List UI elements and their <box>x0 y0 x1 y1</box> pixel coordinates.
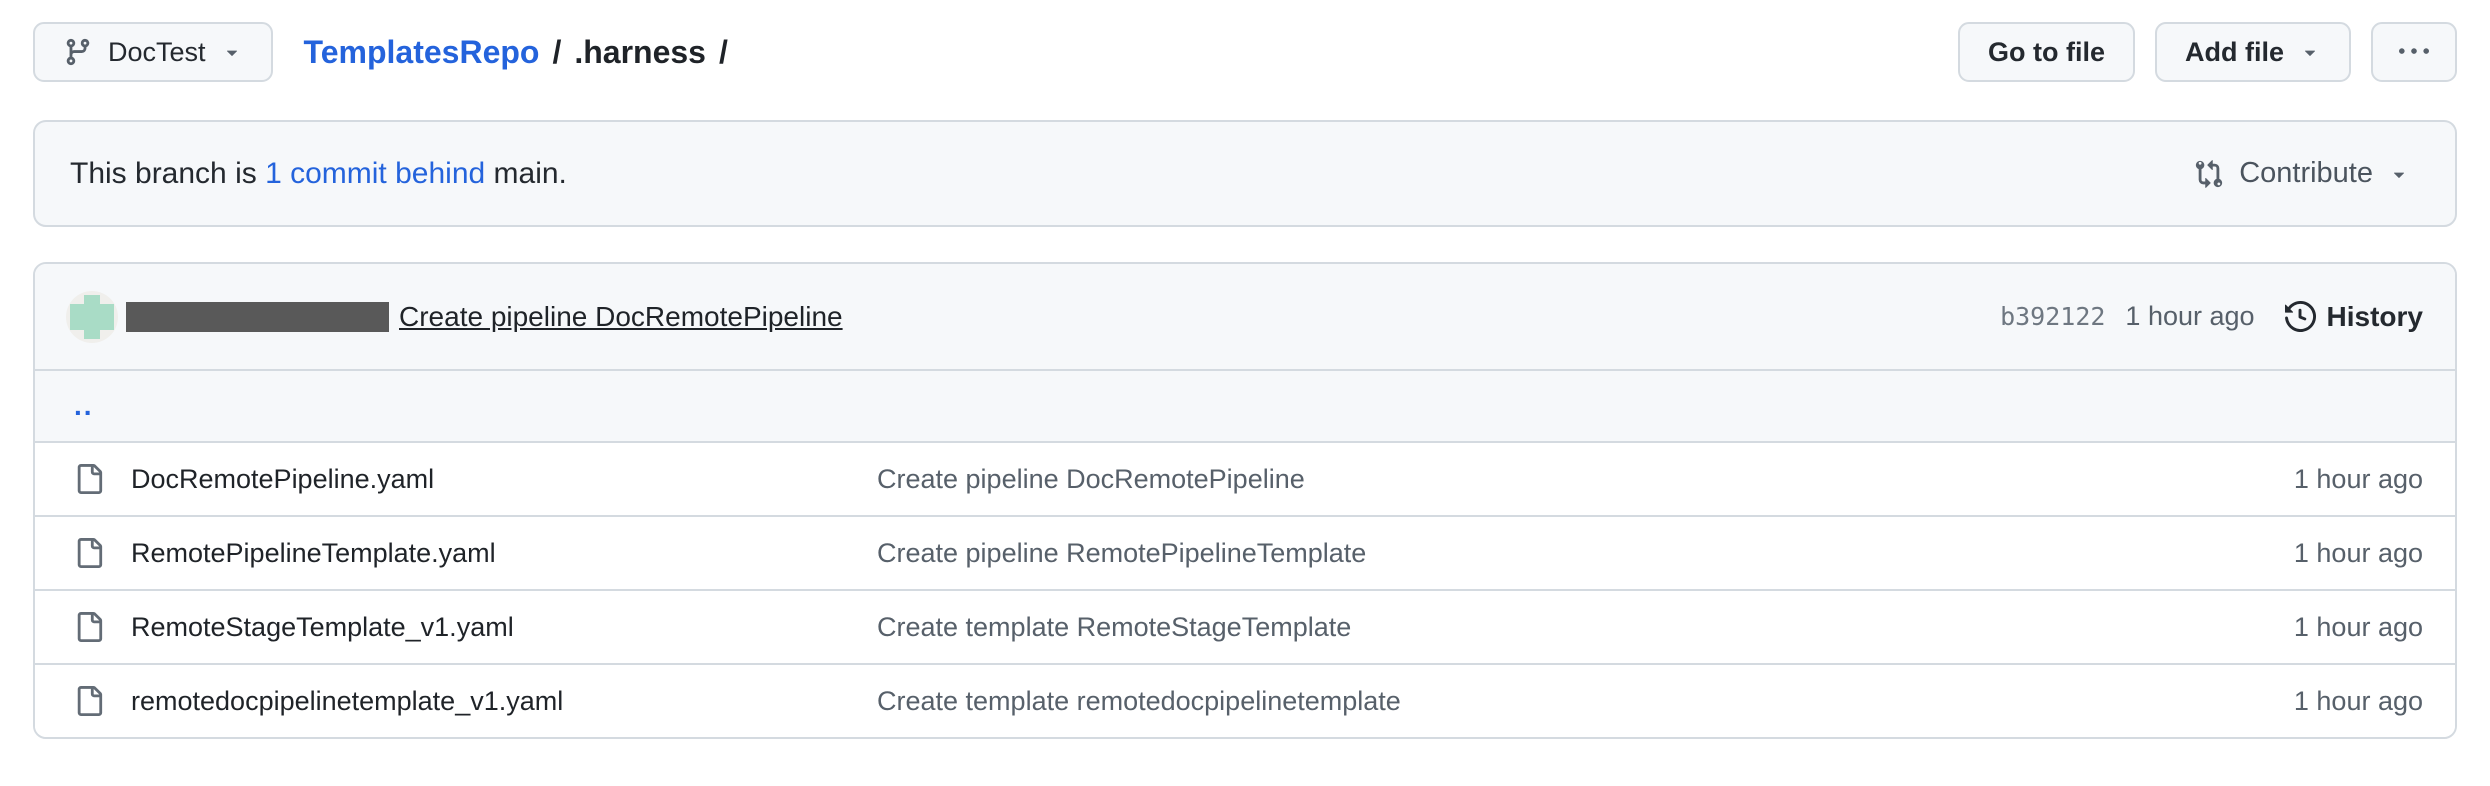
branch-status-text: This branch is 1 commit behind main. <box>70 157 567 191</box>
file-name-link[interactable]: remotedocpipelinetemplate_v1.yaml <box>131 686 563 717</box>
file-name-link[interactable]: RemoteStageTemplate_v1.yaml <box>131 612 514 643</box>
file-name-cell: DocRemotePipeline.yaml <box>74 464 877 495</box>
status-text-after: main. <box>485 157 567 190</box>
history-clock-icon <box>2285 301 2316 332</box>
more-options-button[interactable] <box>2371 22 2457 82</box>
kebab-horizontal-icon <box>2399 37 2429 67</box>
latest-commit-header: Create pipeline DocRemotePipeline b39212… <box>35 264 2455 369</box>
commit-meta: b392122 1 hour ago History <box>2000 301 2423 333</box>
commit-message-cell: Create template remotedocpipelinetemplat… <box>877 686 2294 717</box>
file-browser-table: Create pipeline DocRemotePipeline b39212… <box>33 262 2457 739</box>
commit-timestamp: 1 hour ago <box>2125 301 2254 332</box>
git-compare-icon <box>2194 159 2224 189</box>
file-name-link[interactable]: DocRemotePipeline.yaml <box>131 464 434 495</box>
commit-message-cell: Create pipeline DocRemotePipeline <box>877 464 2294 495</box>
history-link[interactable]: History <box>2285 301 2423 333</box>
latest-commit-message-link[interactable]: Create pipeline DocRemotePipeline <box>399 301 843 333</box>
chevron-down-icon <box>2299 41 2321 63</box>
file-icon <box>74 464 104 494</box>
table-row[interactable]: RemoteStageTemplate_v1.yaml Create templ… <box>35 589 2455 663</box>
history-label: History <box>2327 301 2423 333</box>
avatar[interactable] <box>66 291 118 343</box>
add-file-button[interactable]: Add file <box>2155 22 2351 82</box>
chevron-down-icon <box>221 41 243 63</box>
file-name-cell: RemoteStageTemplate_v1.yaml <box>74 612 877 643</box>
git-branch-icon <box>63 37 93 67</box>
breadcrumb: TemplatesRepo / .harness / <box>304 34 728 71</box>
toolbar-actions: Go to file Add file <box>1958 22 2457 82</box>
commit-hash-link[interactable]: b392122 <box>2000 302 2105 331</box>
row-commit-message-link[interactable]: Create template RemoteStageTemplate <box>877 612 1351 642</box>
contribute-label: Contribute <box>2239 157 2373 190</box>
parent-directory-row[interactable]: .. <box>35 369 2455 441</box>
file-icon <box>74 686 104 716</box>
branch-status-banner: This branch is 1 commit behind main. Con… <box>33 120 2457 227</box>
repo-toolbar: DocTest TemplatesRepo / .harness / Go to… <box>33 22 2457 82</box>
breadcrumb-current-path: .harness <box>574 34 706 71</box>
commit-message-cell: Create template RemoteStageTemplate <box>877 612 2294 643</box>
table-row[interactable]: RemotePipelineTemplate.yaml Create pipel… <box>35 515 2455 589</box>
row-timestamp: 1 hour ago <box>2294 686 2423 717</box>
breadcrumb-repo-link[interactable]: TemplatesRepo <box>304 34 540 71</box>
file-name-cell: RemotePipelineTemplate.yaml <box>74 538 877 569</box>
row-timestamp: 1 hour ago <box>2294 464 2423 495</box>
file-name-cell: remotedocpipelinetemplate_v1.yaml <box>74 686 877 717</box>
breadcrumb-separator: / <box>719 34 728 71</box>
chevron-down-icon <box>2388 163 2410 185</box>
branch-name-label: DocTest <box>108 37 206 68</box>
commits-behind-link[interactable]: 1 commit behind <box>265 157 485 190</box>
go-to-file-button[interactable]: Go to file <box>1958 22 2135 82</box>
contribute-dropdown[interactable]: Contribute <box>2194 157 2410 190</box>
parent-directory-link[interactable]: .. <box>74 390 94 422</box>
add-file-label: Add file <box>2185 37 2284 68</box>
row-timestamp: 1 hour ago <box>2294 538 2423 569</box>
table-row[interactable]: DocRemotePipeline.yaml Create pipeline D… <box>35 441 2455 515</box>
file-icon <box>74 612 104 642</box>
row-commit-message-link[interactable]: Create pipeline RemotePipelineTemplate <box>877 538 1366 568</box>
file-name-link[interactable]: RemotePipelineTemplate.yaml <box>131 538 496 569</box>
status-text-before: This branch is <box>70 157 265 190</box>
file-icon <box>74 538 104 568</box>
table-row[interactable]: remotedocpipelinetemplate_v1.yaml Create… <box>35 663 2455 737</box>
commit-message-cell: Create pipeline RemotePipelineTemplate <box>877 538 2294 569</box>
branch-selector-button[interactable]: DocTest <box>33 22 273 82</box>
breadcrumb-separator: / <box>552 34 561 71</box>
row-commit-message-link[interactable]: Create template remotedocpipelinetemplat… <box>877 686 1401 716</box>
row-commit-message-link[interactable]: Create pipeline DocRemotePipeline <box>877 464 1305 494</box>
row-timestamp: 1 hour ago <box>2294 612 2423 643</box>
redacted-username <box>126 302 389 332</box>
